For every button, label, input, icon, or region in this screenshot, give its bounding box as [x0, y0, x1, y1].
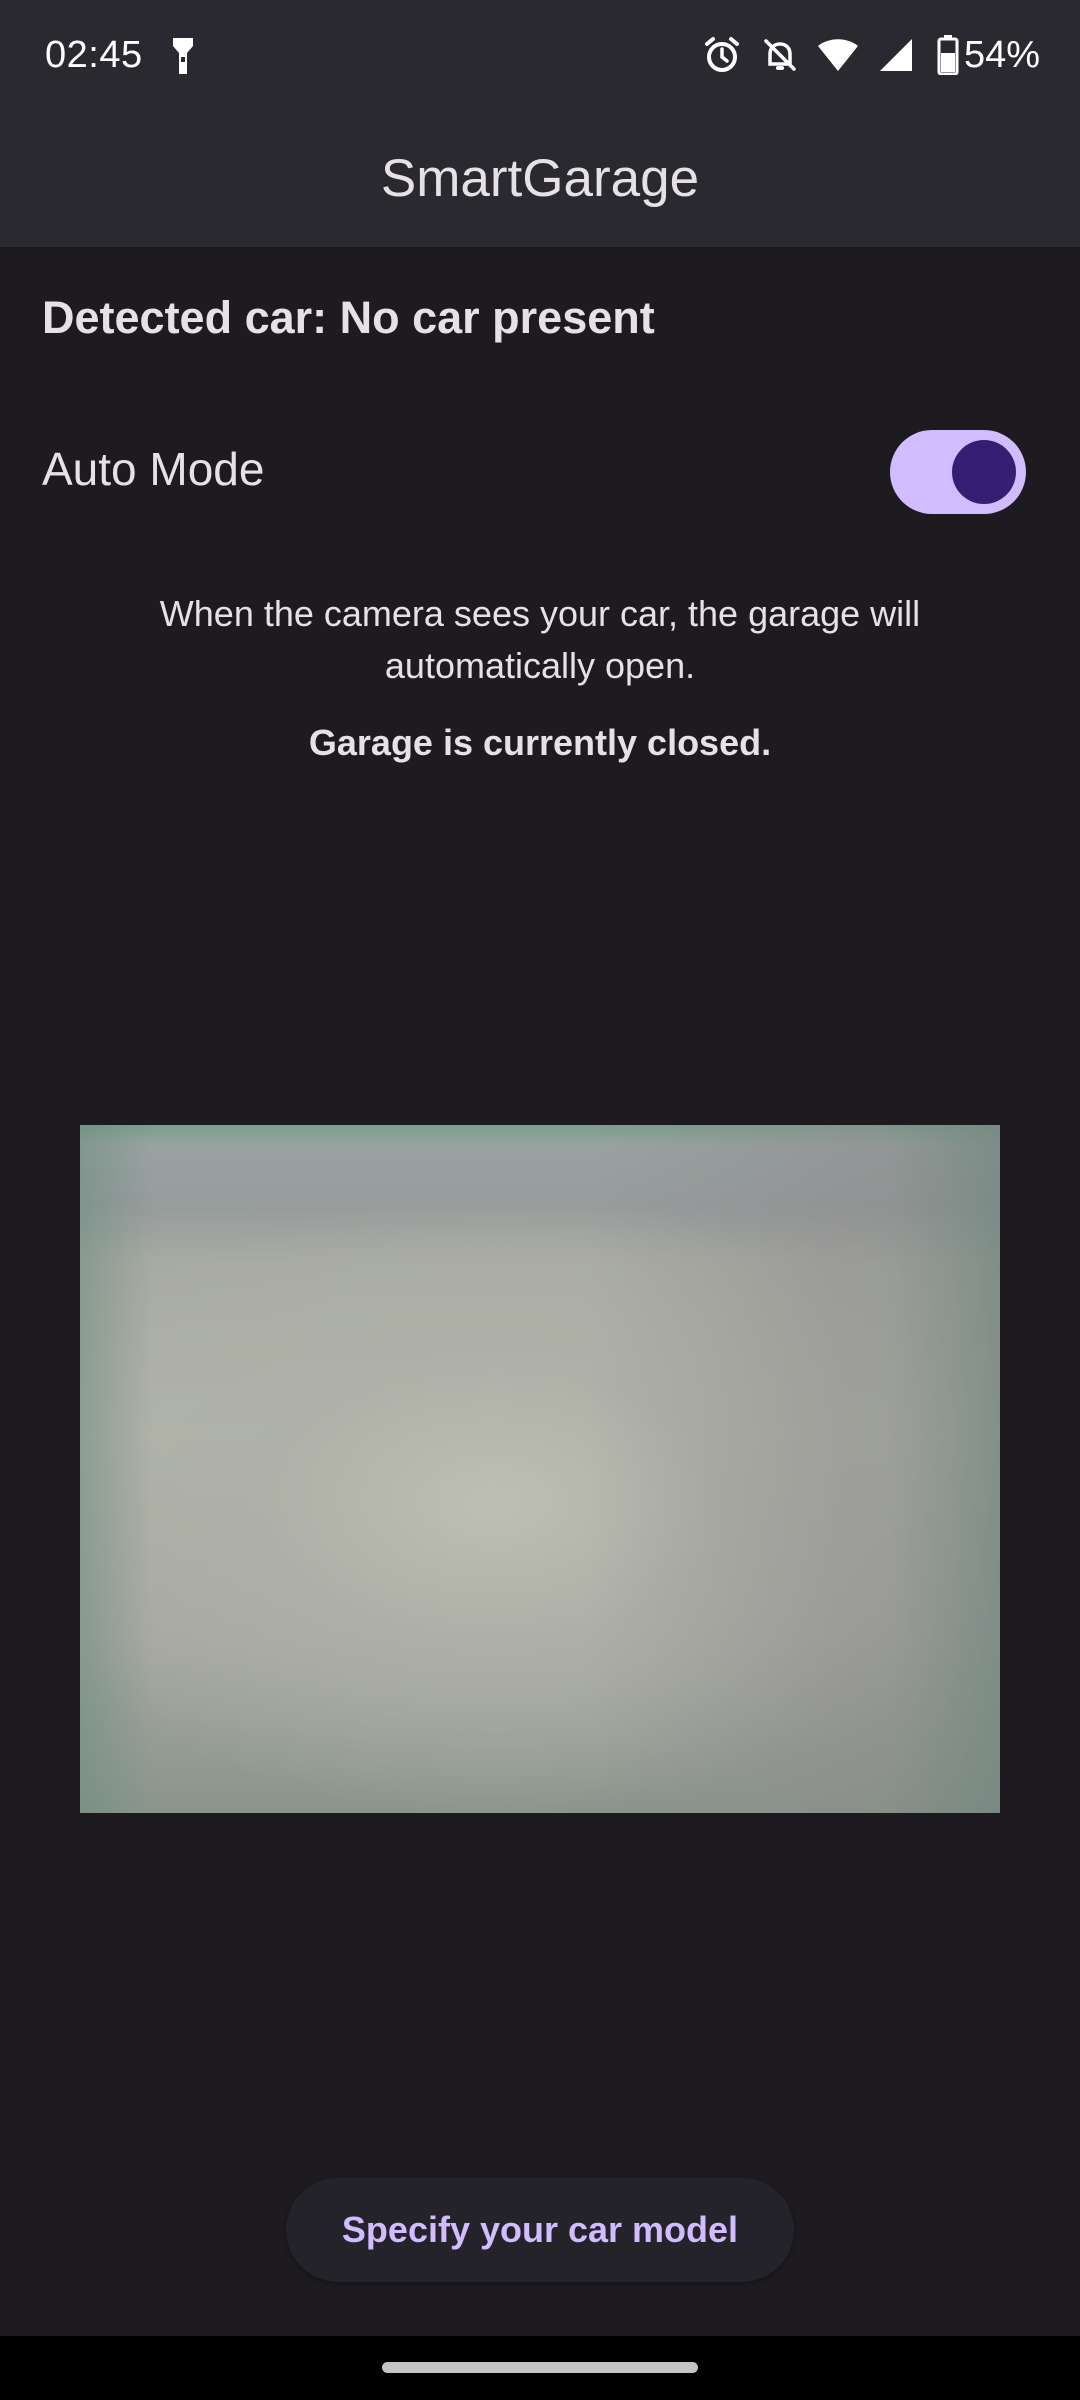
auto-mode-label: Auto Mode	[42, 443, 265, 495]
cellular-signal-icon	[874, 33, 918, 77]
wifi-icon	[816, 33, 860, 77]
notifications-off-icon	[758, 33, 802, 77]
alarm-icon	[700, 33, 744, 77]
detected-car-text: Detected car: No car present	[42, 292, 655, 343]
auto-mode-toggle[interactable]	[890, 430, 1026, 514]
camera-preview	[80, 1125, 1000, 1813]
auto-mode-description: When the camera sees your car, the garag…	[159, 593, 921, 686]
flashlight-icon	[170, 36, 196, 76]
specify-car-model-button[interactable]: Specify your car model	[286, 2178, 794, 2282]
battery-icon	[936, 33, 960, 77]
battery-percent: 54%	[963, 33, 1040, 76]
screen: 02:45 54% SmartGarage Detected car: No c…	[0, 0, 1080, 2400]
toggle-knob	[952, 440, 1016, 504]
app-bar: SmartGarage	[0, 118, 1080, 247]
garage-status-text: Garage is currently closed.	[308, 722, 772, 763]
status-icons: 54%	[686, 30, 1040, 80]
app-title: SmartGarage	[380, 149, 700, 208]
home-gesture-handle[interactable]	[382, 2362, 698, 2373]
status-time: 02:45	[45, 34, 143, 76]
status-bar: 02:45 54%	[0, 0, 1080, 118]
